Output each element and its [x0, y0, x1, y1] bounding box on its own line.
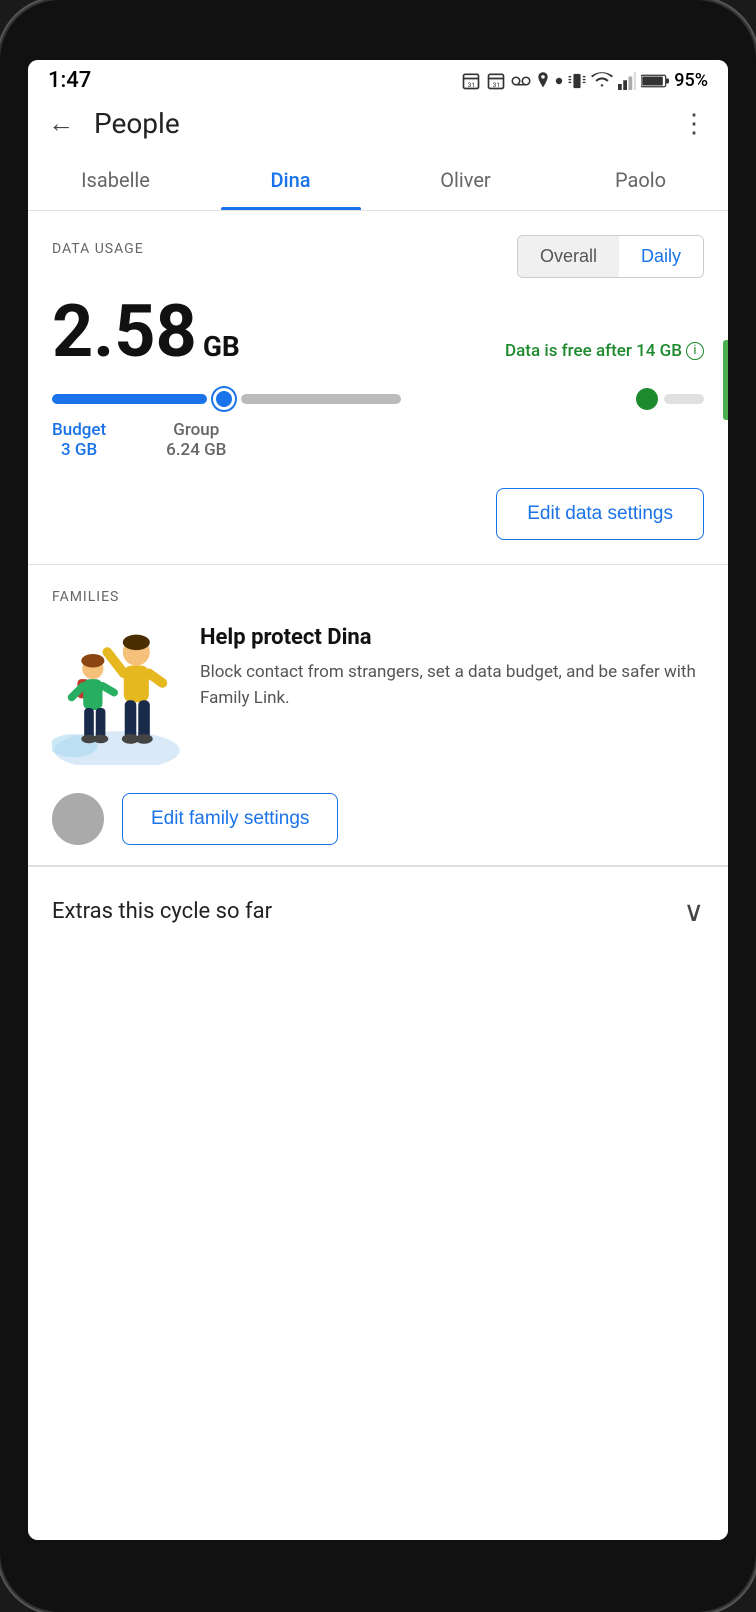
more-menu-button[interactable]: ⋮ [681, 109, 708, 139]
data-amount-display: 2.58 GB [52, 296, 240, 368]
info-icon[interactable]: i [686, 342, 704, 360]
families-label: FAMILIES [52, 589, 704, 605]
toggle-daily[interactable]: Daily [619, 236, 703, 277]
status-icons: 31 31 95% [461, 70, 708, 91]
budget-label: Budget 3 GB [52, 420, 106, 460]
families-illustration [52, 625, 182, 769]
battery-percent: 95% [674, 70, 708, 91]
bar-dot-green [636, 388, 658, 410]
toolbar-left: ← People [48, 107, 180, 140]
progress-bars: Budget 3 GB Group 6.24 GB [52, 388, 704, 460]
data-usage-label: DATA USAGE [52, 241, 144, 257]
phone-screen: 1:47 31 31 95% ← People ⋮ [28, 60, 728, 1540]
location-icon [536, 71, 550, 91]
group-value: 6.24 GB [166, 440, 226, 460]
tab-dina[interactable]: Dina [203, 150, 378, 210]
bar-end [664, 394, 704, 404]
page-title: People [94, 107, 180, 140]
group-title: Group [166, 420, 226, 440]
families-text: Help protect Dina Block contact from str… [200, 625, 704, 711]
toggle-buttons: Overall Daily [517, 235, 704, 278]
signal-icon [618, 72, 636, 90]
back-button[interactable]: ← [48, 108, 74, 139]
svg-text:31: 31 [493, 80, 500, 88]
budget-value: 3 GB [52, 440, 106, 460]
data-free-info: Data is free after 14 GB [505, 341, 682, 361]
families-section: FAMILIES [28, 565, 728, 865]
vibrate-icon [568, 71, 586, 91]
bar-gray [241, 394, 401, 404]
status-bar: 1:47 31 31 95% [28, 60, 728, 97]
side-accent [723, 340, 728, 420]
battery-icon [641, 72, 669, 90]
extras-row[interactable]: Extras this cycle so far ∨ [28, 866, 728, 956]
bars-labels: Budget 3 GB Group 6.24 GB [52, 420, 704, 460]
phone-frame: 1:47 31 31 95% ← People ⋮ [0, 0, 756, 1612]
families-description: Block contact from strangers, set a data… [200, 660, 704, 711]
edit-data-settings-button[interactable]: Edit data settings [496, 488, 704, 540]
data-usage-section: DATA USAGE Overall Daily 2.58 GB Data is… [28, 211, 728, 564]
bar-dot-blue [213, 388, 235, 410]
voicemail-icon [511, 74, 531, 88]
chevron-down-icon: ∨ [684, 895, 705, 928]
edit-family-settings-button[interactable]: Edit family settings [122, 793, 338, 845]
status-time: 1:47 [48, 68, 91, 93]
svg-text:31: 31 [468, 80, 475, 88]
budget-title: Budget [52, 420, 106, 440]
dot-icon [555, 77, 563, 85]
wifi-icon [591, 72, 613, 90]
tab-paolo[interactable]: Paolo [553, 150, 728, 210]
camera-notch [318, 18, 438, 34]
tab-isabelle[interactable]: Isabelle [28, 150, 203, 210]
family-avatar [52, 793, 104, 845]
group-label: Group 6.24 GB [166, 420, 226, 460]
tabs-bar: Isabelle Dina Oliver Paolo [28, 150, 728, 211]
toggle-overall[interactable]: Overall [518, 236, 619, 277]
bars-row [52, 388, 704, 410]
toolbar: ← People ⋮ [28, 97, 728, 150]
bar-blue [52, 394, 207, 404]
family-illustration-svg [52, 625, 182, 765]
families-title: Help protect Dina [200, 625, 704, 650]
calendar-icon: 31 [461, 71, 481, 91]
main-content: DATA USAGE Overall Daily 2.58 GB Data is… [28, 211, 728, 1540]
extras-label: Extras this cycle so far [52, 899, 272, 924]
families-bottom: Edit family settings [52, 793, 704, 845]
data-unit: GB [203, 330, 240, 363]
data-number: 2.58 [52, 296, 197, 368]
data-usage-header: DATA USAGE Overall Daily [52, 235, 704, 278]
families-card: Help protect Dina Block contact from str… [52, 625, 704, 769]
calendar2-icon: 31 [486, 71, 506, 91]
tab-oliver[interactable]: Oliver [378, 150, 553, 210]
